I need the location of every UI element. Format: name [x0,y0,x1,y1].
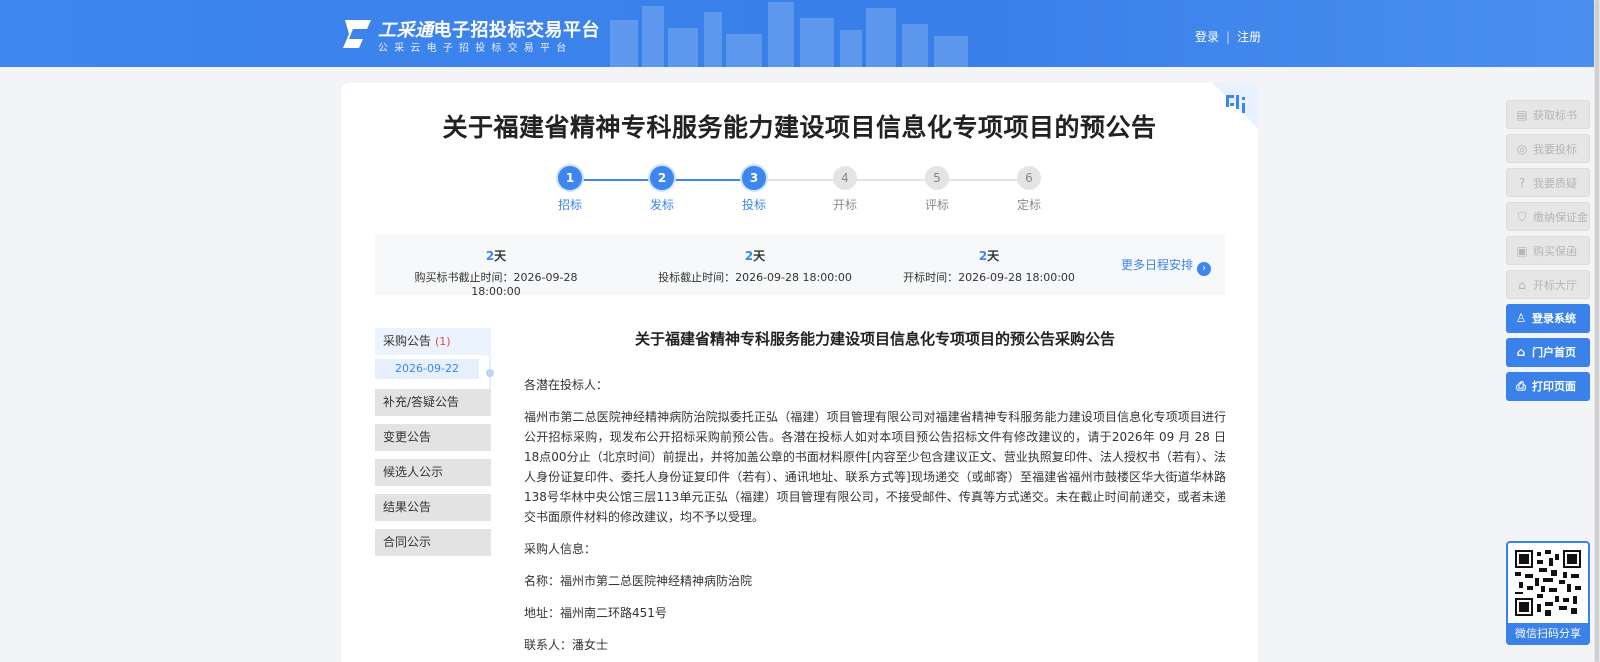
nav-item-supplement-qa[interactable]: 补充/答疑公告 [375,389,491,416]
user-icon: ♙ [1515,311,1527,325]
days-remaining: 2天 [485,249,507,263]
step-label: 投标 [741,198,766,212]
nav-item-change-notice[interactable]: 变更公告 [375,424,491,451]
notice-date-link[interactable]: 2026-09-22 [375,359,479,379]
step-4: 4 开标 [815,166,875,213]
wechat-share-qr[interactable]: 微信扫码分享 [1506,541,1590,645]
portal-home-button[interactable]: ⌂ 门户首页 [1506,338,1590,367]
deadline-text: 投标截止时间：2026-09-28 18:00:00 [658,271,852,284]
logo-mark-icon [343,20,371,48]
step-1: 1 招标 [540,166,600,213]
get-tender-doc-button[interactable]: ▤ 获取标书 [1506,100,1590,129]
more-schedule-link[interactable]: 更多日程安排 › [1121,256,1212,276]
page-scrollbar[interactable] [1594,0,1600,662]
step-number: 6 [1017,166,1041,190]
article-title: 关于福建省精神专科服务能力建设项目信息化专项项目的预公告采购公告 [634,330,1115,348]
buy-guarantee-button[interactable]: ▣ 购买保函 [1506,236,1590,265]
nav-item-candidate[interactable]: 候选人公示 [375,459,491,486]
progress-steps: 1 招标 2 发标 3 投标 4 开标 5 评标 6 定标 [341,166,1258,216]
notice-count: (1) [435,335,451,348]
step-number: 1 [558,166,582,190]
step-5: 5 评标 [907,166,967,213]
print-icon: ⎙ [1516,379,1526,393]
article-greeting: 各潜在投标人： [524,378,609,392]
opening-hall-button[interactable]: ⌂ 开标大厅 [1506,270,1590,299]
chevron-right-icon: › [1197,262,1212,276]
step-label: 定标 [1016,198,1041,212]
step-number: 2 [650,166,674,190]
days-remaining: 2天 [978,249,1000,263]
home-icon: ⌂ [1516,345,1526,359]
deadline-text: 购买标书截止时间：2026-09-28 18:00:00 [414,271,578,298]
purchaser-name: 名称：福州市第二总医院神经精神病防治院 [524,574,753,588]
submit-bid-button[interactable]: ◎ 我要投标 [1506,134,1590,163]
floating-toolbar: ▤ 获取标书 ◎ 我要投标 ? 我要质疑 ⛉ 缴纳保证金 ▣ 购买保函 ⌂ 开标大厅 ♙ 登录… [1506,100,1590,406]
nav-item-contract[interactable]: 合同公示 [375,529,491,556]
step-number: 4 [833,166,857,190]
auth-links: 登录 | 注册 [1195,28,1261,45]
city-skyline-decoration [610,2,968,67]
login-link[interactable]: 登录 [1195,30,1219,44]
deadline-text: 开标时间：2026-09-28 18:00:00 [903,271,1075,284]
announcement-card: 关于福建省精神专科服务能力建设项目信息化专项项目的预公告 1 招标 2 发标 3 投标… [341,83,1258,662]
target-icon: ◎ [1516,142,1528,156]
step-number: 3 [742,166,766,190]
purchaser-heading: 采购人信息： [524,542,597,556]
nav-item-procurement-notice[interactable]: 采购公告 (1) [375,328,491,355]
scrollbar-thumb[interactable] [1595,0,1599,662]
question-icon: ? [1518,176,1526,190]
login-system-button[interactable]: ♙ 登录系统 [1506,304,1590,333]
print-page-button[interactable]: ⎙ 打印页面 [1506,372,1590,401]
printer-doc-icon: ▣ [1516,244,1528,258]
step-6: 6 定标 [999,166,1059,213]
raise-query-button[interactable]: ? 我要质疑 [1506,168,1590,197]
notice-type-nav: 采购公告 (1) 2026-09-22 补充/答疑公告 变更公告 候选人公示 结果… [375,328,494,564]
register-link[interactable]: 注册 [1237,30,1261,44]
site-logo[interactable]: 工采通电子招投标交易平台 公采云电子招投标交易平台 [341,16,601,54]
schedule-bid-deadline: 2天 投标截止时间：2026-09-28 18:00:00 [655,247,855,285]
nav-item-result[interactable]: 结果公告 [375,494,491,521]
step-2: 2 发标 [632,166,692,213]
announcement-article: 关于福建省精神专科服务能力建设项目信息化专项项目的预公告采购公告 各潜在投标人：… [524,328,1226,662]
purchaser-contact: 联系人：潘女士 [524,638,609,652]
schedule-purchase-deadline: 2天 购买标书截止时间：2026-09-28 18:00:00 [391,247,601,298]
step-label: 发标 [649,198,674,212]
days-remaining: 2天 [744,249,766,263]
document-icon: ▤ [1516,108,1528,122]
step-number: 5 [925,166,949,190]
schedule-opening-time: 2天 开标时间：2026-09-28 18:00:00 [899,247,1079,285]
step-label: 开标 [832,198,857,212]
qr-code-icon [1515,550,1581,616]
schedule-bar: 2天 购买标书截止时间：2026-09-28 18:00:00 2天 投标截止时… [375,235,1225,298]
step-3: 3 投标 [724,166,784,213]
step-label: 评标 [924,198,949,212]
bank-icon: ⌂ [1518,278,1526,292]
step-label: 招标 [557,198,582,212]
purchaser-address: 地址：福州南二环路451号 [524,606,667,620]
shield-icon: ⛉ [1517,210,1527,224]
page-title: 关于福建省精神专科服务能力建设项目信息化专项项目的预公告 [442,113,1157,142]
pay-deposit-button[interactable]: ⛉ 缴纳保证金 [1506,202,1590,231]
top-header: 工采通电子招投标交易平台 公采云电子招投标交易平台 登录 | 注册 [0,0,1594,67]
qr-caption: 微信扫码分享 [1506,623,1590,645]
logo-subtitle: 公采云电子招投标交易平台 [378,43,573,54]
timeline-dot [486,369,494,377]
auth-separator: | [1226,30,1231,44]
article-body: 福州市第二总医院神经精神病防治院拟委托正弘（福建）项目管理有限公司对福建省精神专… [524,410,1226,524]
